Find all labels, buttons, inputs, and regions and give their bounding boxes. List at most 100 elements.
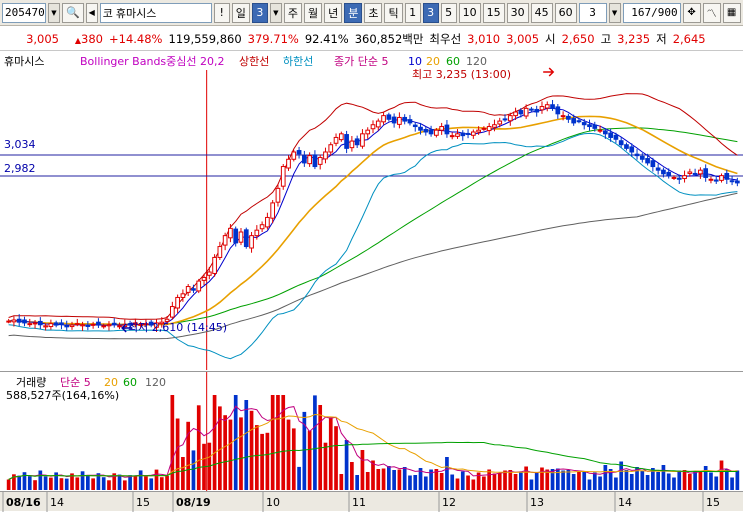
period-dropdown-arrow[interactable]: ▼ (269, 2, 282, 23)
volume-bar (223, 415, 227, 490)
candle-body (280, 166, 286, 187)
legend-ma5: 종가 단순 5 (334, 55, 388, 68)
candle-body (249, 235, 254, 249)
volume-bar (350, 462, 354, 490)
search-button[interactable]: 🔍 (62, 2, 84, 23)
period-minute-button[interactable]: 분 (344, 2, 363, 23)
period-month-button[interactable]: 월 (303, 2, 323, 23)
interval-15-button[interactable]: 15 (482, 2, 505, 23)
volume-chart[interactable]: 거래량 단순 5 20 60 120 588,527주(164,16%) (0, 372, 743, 492)
volume-legend-ma60: 60 (123, 376, 137, 389)
price-panel[interactable]: 휴마시스 Bollinger Bands중심선 20,2 상한선 하한선 종가 … (0, 52, 743, 370)
volume-bar (286, 419, 291, 490)
volume-bar (33, 480, 37, 490)
candle-body (16, 318, 22, 323)
alert-button[interactable]: ! (213, 2, 230, 23)
candle-body (476, 129, 481, 133)
candle-body (571, 118, 577, 124)
candle-body (544, 104, 550, 109)
volume-legend-ma20: 20 (104, 376, 118, 389)
interval-1-button[interactable]: 1 (404, 2, 421, 23)
chart-type-button[interactable]: 〽 (702, 2, 721, 23)
candle-body (27, 323, 33, 326)
period-second-button[interactable]: 초 (364, 2, 383, 23)
candle-body (735, 180, 740, 184)
volume-bar (529, 479, 534, 490)
candle-body (418, 126, 423, 131)
x-axis: 08/16 14 15 08/19 10 11 12 13 14 15 (0, 491, 743, 512)
volume-value-label: 588,527주(164,16%) (6, 389, 119, 402)
candle-body (111, 322, 117, 325)
stock-name-field[interactable]: 코 휴마시스 (99, 2, 212, 23)
legend-ma120: 120 (466, 55, 487, 68)
volume-bar (550, 469, 555, 490)
volume-bar (328, 417, 333, 490)
period-tick-button[interactable]: 틱 (384, 2, 403, 23)
low-price: 2,645 (672, 31, 706, 46)
period-day-button[interactable]: 일 (231, 2, 250, 23)
volume-bar (619, 461, 624, 490)
grid-button[interactable]: ▦ (722, 2, 741, 23)
ma60-line (8, 127, 738, 325)
x-axis-label: 10 (266, 496, 280, 509)
candle-body (254, 229, 260, 237)
interval-3-button[interactable]: 3 (422, 2, 439, 23)
volume-bar (80, 471, 85, 490)
prev-button[interactable]: ◀ (85, 2, 98, 23)
volume-panel[interactable]: 거래량 단순 5 20 60 120 588,527주(164,16%) (0, 371, 743, 492)
candle-body (96, 321, 101, 326)
volume-bar (603, 465, 608, 490)
volume-bar (6, 479, 11, 490)
price-chart[interactable]: 휴마시스 Bollinger Bands중심선 20,2 상한선 하한선 종가 … (0, 52, 743, 370)
candle-body (117, 325, 122, 328)
candle-body (191, 288, 196, 291)
candle-body (449, 135, 455, 138)
candle-body (217, 246, 223, 258)
candle-body (423, 128, 429, 133)
volume-bar (265, 432, 270, 490)
code-dropdown-arrow[interactable]: ▼ (48, 2, 60, 23)
volume-bar (724, 469, 729, 490)
candle-body (713, 179, 719, 182)
range-display[interactable]: 167/900 (622, 2, 681, 23)
candle-body (507, 115, 513, 122)
interval-45-button[interactable]: 45 (530, 2, 553, 23)
count-dropdown-arrow[interactable]: ▼ (608, 2, 621, 23)
volume-bar (128, 475, 132, 490)
volume-bar (497, 473, 502, 490)
zoom-in-button[interactable]: ✥ (682, 2, 701, 23)
volume-bar (334, 426, 338, 490)
stock-code-input[interactable]: 205470 (2, 2, 46, 23)
candle-body (323, 151, 328, 160)
volume-bar (471, 479, 476, 490)
candle-body (11, 319, 17, 323)
candle-body (639, 155, 645, 160)
period-count-button[interactable]: 3 (251, 2, 268, 23)
volume-bar (513, 474, 518, 490)
period-week-button[interactable]: 주 (283, 2, 302, 23)
interval-10-button[interactable]: 10 (458, 2, 481, 23)
volume-bar (133, 475, 138, 490)
candle-body (655, 167, 661, 171)
candle-body (502, 118, 508, 121)
volume-bar (645, 475, 650, 490)
volume-bar (408, 475, 412, 490)
volume-bar (49, 477, 53, 490)
legend-ma10: 10 (408, 55, 422, 68)
candle-body (412, 124, 418, 128)
interval-60-button[interactable]: 60 (554, 2, 577, 23)
period-year-button[interactable]: 년 (324, 2, 343, 23)
zigzag-icon: 〽 (706, 9, 717, 20)
volume-bar (181, 457, 185, 490)
interval-5-button[interactable]: 5 (440, 2, 457, 23)
candle-body (587, 124, 592, 128)
candle-body (64, 325, 70, 328)
count-input[interactable]: 3 (578, 2, 607, 23)
volume-bar (577, 471, 581, 490)
interval-30-button[interactable]: 30 (506, 2, 529, 23)
candle-body (618, 140, 624, 146)
volume-bar (492, 473, 497, 490)
volume-bar (381, 468, 386, 490)
candle-body (6, 320, 11, 323)
volume-bar (682, 470, 687, 490)
